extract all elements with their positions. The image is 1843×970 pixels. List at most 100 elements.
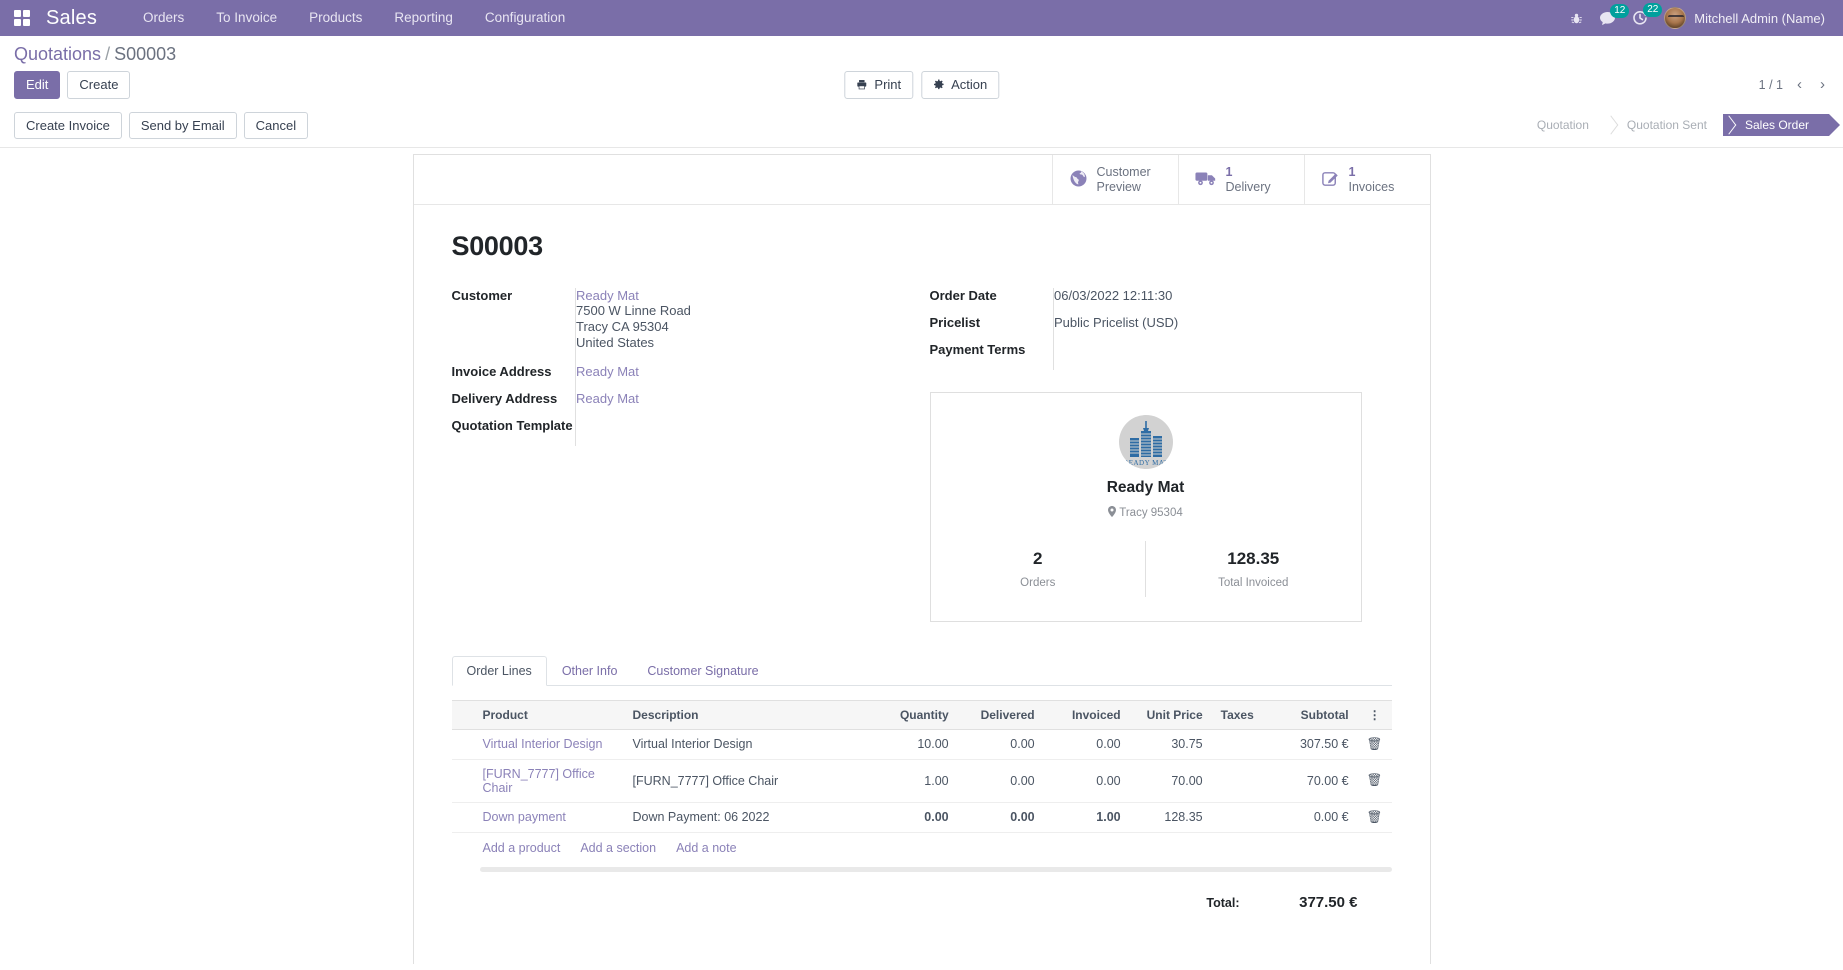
column-taxes[interactable]: Taxes [1211,699,1266,730]
activities-clock-icon[interactable]: 22 [1632,3,1663,26]
drag-handle[interactable] [451,802,474,833]
field-delivery-address: Delivery Address Ready Mat [451,390,930,418]
status-quotation-sent[interactable]: Quotation Sent [1604,114,1723,137]
chevron-left-icon[interactable]: ‹ [1793,76,1806,93]
add-a-note-link[interactable]: Add a note [676,841,736,855]
smart-button-invoices[interactable]: 1 Invoices [1303,155,1430,204]
add-line-row: Add a product Add a section Add a note [452,832,1392,863]
invoice-address-link[interactable]: Ready Mat [576,364,639,379]
table-row[interactable]: Down payment Down Payment: 06 2022 0.00 … [451,802,1392,833]
row-product-link[interactable]: [FURN_7777] Office Chair [483,767,595,795]
add-line-links: Add a product Add a section Add a note [474,832,1392,863]
column-description[interactable]: Description [623,699,878,730]
partner-stat-orders[interactable]: 2 Orders [931,549,1146,589]
user-menu[interactable]: Mitchell Admin (Name) [1664,7,1825,29]
breadcrumb-quotations[interactable]: Quotations [14,44,101,64]
add-a-product-link[interactable]: Add a product [483,841,561,855]
user-avatar [1664,7,1687,29]
cp-line2: Preview [1096,179,1141,194]
field-quotation-template-value[interactable] [575,417,930,446]
field-payment-terms-value[interactable] [1053,341,1392,370]
status-sales-order[interactable]: Sales Order [1722,114,1841,137]
workflow-row: Create Invoice Send by Email Cancel Quot… [0,107,1843,148]
totals-section: Total: 377.50 € [452,872,1392,911]
table-row[interactable]: [FURN_7777] Office Chair [FURN_7777] Off… [451,759,1392,803]
field-payment-terms-label: Payment Terms [929,341,1026,357]
row-unit-price: 128.35 [1129,802,1212,833]
row-description: [FURN_7777] Office Chair [623,759,878,803]
trash-icon[interactable]: 🗑 [1357,802,1392,833]
create-invoice-button[interactable]: Create Invoice [14,111,122,140]
tab-order-lines[interactable]: Order Lines [451,655,547,686]
payment-terms-value [1054,342,1392,358]
options-dots-icon[interactable]: ⋮ [1357,699,1392,730]
drag-handle[interactable] [451,729,474,760]
customer-address-line-1: 7500 W Linne Road [576,302,691,318]
menu-item-configuration[interactable]: Configuration [469,0,581,36]
cancel-button[interactable]: Cancel [243,111,309,140]
smart-button-customer-preview[interactable]: Customer Preview [1051,155,1178,204]
globe-icon [1069,169,1088,191]
column-invoiced[interactable]: Invoiced [1043,699,1130,730]
row-subtotal: 0.00 € [1265,802,1358,833]
column-subtotal[interactable]: Subtotal [1265,699,1358,730]
svg-text:READY MAT: READY MAT [1123,459,1168,467]
row-unit-price: 30.75 [1129,729,1212,760]
edit-button[interactable]: Edit [14,71,61,99]
add-a-section-link[interactable]: Add a section [580,841,656,855]
send-by-email-button[interactable]: Send by Email [128,111,237,140]
row-product: Down payment [473,802,624,833]
customer-link[interactable]: Ready Mat [576,288,639,303]
menu-item-reporting[interactable]: Reporting [378,0,469,36]
partner-stat-total-invoiced[interactable]: 128.35 Total Invoiced [1146,549,1361,589]
print-button[interactable]: Print [843,71,914,99]
menu-item-products[interactable]: Products [293,0,378,36]
smart-button-customer-preview-label: Customer Preview [1097,165,1151,194]
smart-button-invoices-label: 1 Invoices [1349,165,1395,194]
table-row[interactable]: Virtual Interior Design Virtual Interior… [451,729,1392,760]
user-name: Mitchell Admin (Name) [1694,10,1825,26]
action-label: Action [951,77,988,92]
delivery-address-link[interactable]: Ready Mat [576,391,639,406]
column-unit-price[interactable]: Unit Price [1129,699,1212,730]
row-product-link[interactable]: Down payment [483,810,566,824]
field-order-date-value[interactable]: 06/03/2022 12:11:30 [1053,287,1392,315]
record-fields: Customer Ready Mat 7500 W Linne Road Tra… [451,287,1392,622]
row-product-link[interactable]: Virtual Interior Design [483,737,603,751]
trash-icon[interactable]: 🗑 [1357,759,1392,803]
bug-icon[interactable] [1570,12,1583,25]
partner-card-stats: 2 Orders 128.35 Total Invoiced [931,540,1361,597]
menu-item-to-invoice[interactable]: To Invoice [200,0,293,36]
apps-grid-icon[interactable] [14,10,30,26]
delivery-label: Delivery [1225,179,1271,194]
action-button[interactable]: Action [921,71,1000,99]
top-navbar: Sales Orders To Invoice Products Reporti… [0,0,1843,36]
column-delivered[interactable]: Delivered [957,699,1044,730]
messages-icon[interactable]: 12 [1599,3,1630,26]
status-quotation[interactable]: Quotation [1514,114,1605,137]
row-delivered: 0.00 [957,759,1044,803]
create-button[interactable]: Create [67,71,131,99]
partner-info-card: READY MAT Ready Mat Tracy 95304 2 Orders… [929,391,1362,622]
field-pricelist-value[interactable]: Public Pricelist (USD) [1053,314,1392,342]
tab-other-info[interactable]: Other Info [547,656,633,686]
total-invoiced-label: Total Invoiced [1218,576,1289,589]
trash-icon[interactable]: 🗑 [1357,729,1392,760]
tab-customer-signature[interactable]: Customer Signature [632,656,773,686]
column-product[interactable]: Product [473,699,624,730]
pager-group: 1 / 1 ‹ › [1759,76,1829,93]
chevron-right-icon[interactable]: › [1816,76,1829,93]
field-quotation-template-label: Quotation Template [451,417,573,433]
row-description: Down Payment: 06 2022 [623,802,878,833]
drag-handle[interactable] [451,759,474,803]
menu-item-orders[interactable]: Orders [127,0,200,36]
field-invoice-address: Invoice Address Ready Mat [452,363,930,391]
partner-card-location: Tracy 95304 [931,505,1361,519]
messages-badge: 12 [1610,3,1630,18]
left-field-column: Customer Ready Mat 7500 W Linne Road Tra… [451,287,930,622]
app-brand-sales[interactable]: Sales [46,7,97,30]
field-delivery-address-label: Delivery Address [451,390,558,406]
truck-icon [1194,169,1217,190]
column-quantity[interactable]: Quantity [877,699,958,730]
smart-button-delivery[interactable]: 1 Delivery [1177,155,1304,204]
